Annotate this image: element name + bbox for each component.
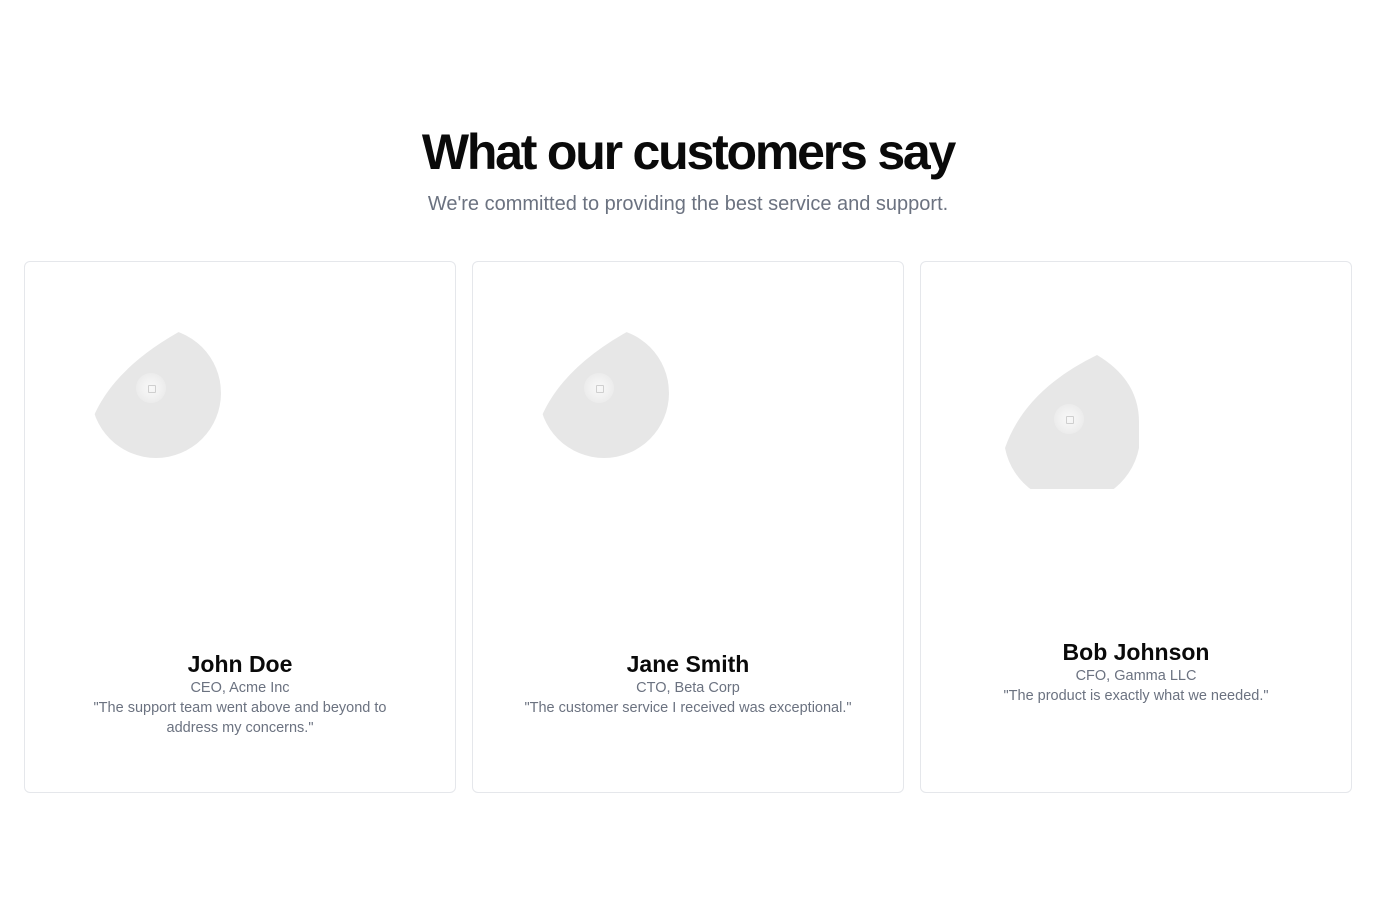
testimonials-section: What our customers say We're committed t… xyxy=(0,0,1376,921)
customer-name: Bob Johnson xyxy=(1062,639,1210,665)
customer-role: CEO, Acme Inc xyxy=(190,680,290,696)
customer-role: CTO, Beta Corp xyxy=(636,680,740,696)
testimonial-card: Jane Smith CTO, Beta Corp "The customer … xyxy=(472,261,904,793)
customer-name: John Doe xyxy=(187,651,293,677)
customer-role: CFO, Gamma LLC xyxy=(1075,668,1197,684)
section-subtitle: We're committed to providing the best se… xyxy=(427,193,949,215)
testimonial-info: John Doe CEO, Acme Inc "The support team… xyxy=(25,650,455,738)
customer-quote: "The product is exactly what we needed." xyxy=(1003,688,1269,704)
testimonial-info: Jane Smith CTO, Beta Corp "The customer … xyxy=(473,650,903,718)
testimonial-card: Bob Johnson CFO, Gamma LLC "The product … xyxy=(920,261,1352,793)
testimonial-card: John Doe CEO, Acme Inc "The support team… xyxy=(24,261,456,793)
image-loading-icon xyxy=(1054,404,1084,434)
image-loading-icon xyxy=(584,373,614,403)
section-title: What our customers say xyxy=(421,124,957,180)
customer-quote: "The support team went above and beyond … xyxy=(93,700,387,736)
testimonial-info: Bob Johnson CFO, Gamma LLC "The product … xyxy=(921,638,1351,706)
customer-quote: "The customer service I received was exc… xyxy=(524,700,852,716)
customer-name: Jane Smith xyxy=(626,651,750,677)
image-loading-icon xyxy=(136,373,166,403)
